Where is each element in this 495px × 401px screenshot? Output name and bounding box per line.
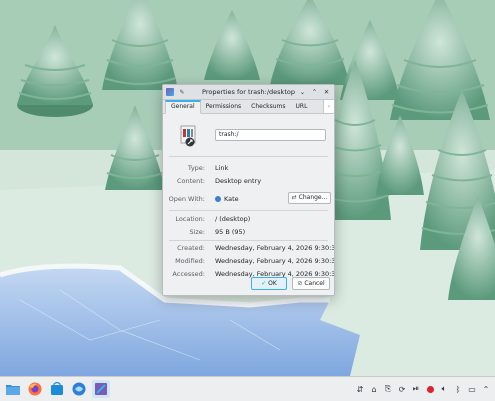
open-with-value: Kate <box>224 195 239 203</box>
taskbar: ⇵ ⌂ ⎘ ⟳ ⏯ 🔈︎ ᛒ ▭ ⌃ <box>0 376 495 401</box>
created-row: Created: Wednesday, February 4, 2026 9:3… <box>163 243 334 254</box>
minimize-icon[interactable]: ⌄ <box>298 87 307 96</box>
swap-icon: ⇄ <box>291 194 297 201</box>
close-icon[interactable]: ✕ <box>322 87 331 96</box>
browser-icon[interactable] <box>70 380 88 398</box>
cancel-button[interactable]: ⊘ Cancel <box>292 277 330 290</box>
open-with-label: Open With: <box>168 195 205 203</box>
size-value: 95 B (95) <box>215 228 246 236</box>
file-manager-icon[interactable] <box>4 380 22 398</box>
open-with-value-wrap: Kate <box>215 194 239 205</box>
ok-button-label: OK <box>268 280 277 287</box>
accessed-label: Accessed: <box>172 270 205 278</box>
firefox-icon[interactable] <box>26 380 44 398</box>
pin-icon[interactable]: ✎ <box>178 88 186 96</box>
content-label: Content: <box>176 177 205 185</box>
created-value: Wednesday, February 4, 2026 9:30:34 PM <box>215 244 334 252</box>
check-icon: ✓ <box>261 280 267 287</box>
kate-icon <box>215 195 221 202</box>
clipboard-icon[interactable]: ⎘ <box>383 384 393 394</box>
network-icon[interactable]: ⇵ <box>355 384 365 394</box>
app-icon <box>166 88 174 96</box>
separator <box>169 210 328 211</box>
title-bar[interactable]: ✎ Properties for trash:/desktop ⌄ ⌃ ✕ <box>163 85 334 100</box>
tab-url[interactable]: URL <box>291 100 313 113</box>
content-row: Content: Desktop entry <box>163 176 334 187</box>
expand-icon[interactable]: ⌃ <box>481 384 491 394</box>
name-input[interactable]: trash:/ <box>215 129 326 141</box>
cancel-button-label: Cancel <box>304 280 325 287</box>
record-icon[interactable] <box>425 384 435 394</box>
bluetooth-icon[interactable]: ᛒ <box>453 384 463 394</box>
cancel-icon: ⊘ <box>297 280 303 287</box>
created-label: Created: <box>177 244 205 252</box>
type-label: Type: <box>187 164 205 172</box>
tab-scroll-right-icon[interactable]: › <box>323 100 334 113</box>
change-button[interactable]: ⇄ Change... <box>288 192 331 204</box>
tab-permissions[interactable]: Permissions <box>201 100 247 113</box>
properties-dialog: ✎ Properties for trash:/desktop ⌄ ⌃ ✕ Ge… <box>162 84 335 296</box>
trash-file-icon[interactable] <box>177 123 201 147</box>
location-label: Location: <box>175 215 205 223</box>
tab-bar: General Permissions Checksums URL › <box>163 100 334 114</box>
size-row: Size: 95 B (95) <box>163 227 334 238</box>
separator <box>169 240 328 241</box>
tab-general[interactable]: General <box>165 100 201 114</box>
type-value: Link <box>215 164 229 172</box>
change-button-label: Change... <box>298 194 328 201</box>
general-tab-content: trash:/ Type: Link Content: Desktop entr… <box>163 114 334 295</box>
kde-connect-icon[interactable]: ⌂ <box>369 384 379 394</box>
tab-checksums[interactable]: Checksums <box>246 100 290 113</box>
properties-window-icon[interactable] <box>92 380 110 398</box>
store-icon[interactable] <box>48 380 66 398</box>
volume-icon[interactable]: 🔈︎ <box>439 384 449 394</box>
modified-row: Modified: Wednesday, February 4, 2026 9:… <box>163 256 334 267</box>
ok-button[interactable]: ✓ OK <box>251 277 287 290</box>
size-label: Size: <box>189 228 205 236</box>
modified-label: Modified: <box>175 257 205 265</box>
updates-icon[interactable]: ⟳ <box>397 384 407 394</box>
content-value: Desktop entry <box>215 177 262 185</box>
battery-icon[interactable]: ▭ <box>467 384 477 394</box>
separator <box>169 156 328 157</box>
location-value[interactable]: / (desktop) <box>215 214 250 225</box>
location-row: Location: / (desktop) <box>163 214 334 225</box>
maximize-icon[interactable]: ⌃ <box>310 87 319 96</box>
type-row: Type: Link <box>163 163 334 174</box>
system-tray: ⇵ ⌂ ⎘ ⟳ ⏯ 🔈︎ ᛒ ▭ ⌃ <box>355 380 491 398</box>
media-icon[interactable]: ⏯ <box>411 384 421 394</box>
modified-value: Wednesday, February 4, 2026 9:30:34 PM <box>215 257 334 265</box>
